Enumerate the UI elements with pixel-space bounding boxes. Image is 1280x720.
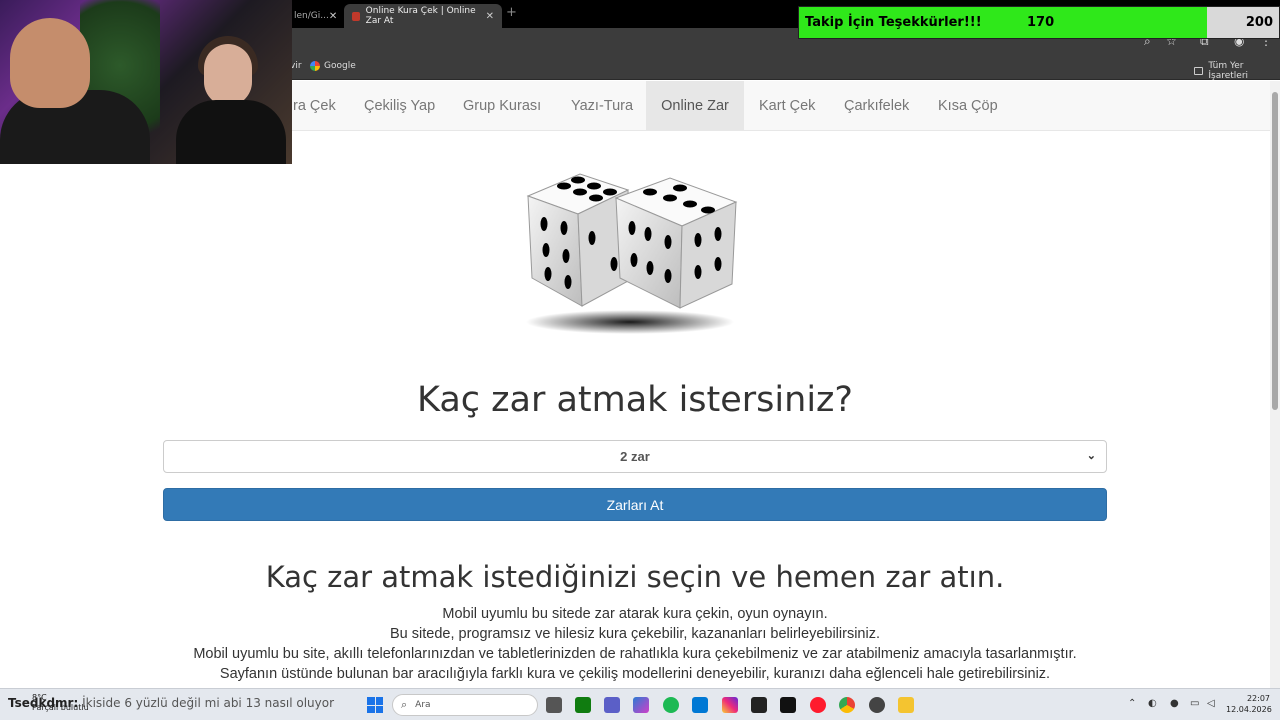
- nav-item-yazi-tura[interactable]: Yazı-Tura: [556, 81, 648, 131]
- close-icon[interactable]: ✕: [329, 11, 337, 22]
- all-bookmarks[interactable]: Tüm Yer İşaretleri: [1194, 61, 1280, 81]
- description-line: Sayfanın üstünde bulunan bar aracılığıyl…: [219, 666, 1051, 682]
- tab-label: len/Gi...: [294, 11, 329, 21]
- xbox-icon[interactable]: [575, 697, 591, 713]
- nav-item-carkifelek[interactable]: Çarkıfelek: [829, 81, 924, 131]
- taskbar-search[interactable]: ⌕ Ara: [392, 694, 538, 716]
- nav-item-grup-kurasi[interactable]: Grup Kurası: [448, 81, 556, 131]
- google-icon: [310, 61, 320, 71]
- taskbar-clock[interactable]: 22:07 12.04.2026: [1226, 693, 1272, 715]
- capcut-icon[interactable]: [751, 697, 767, 713]
- chevron-down-icon: ⌄: [1086, 450, 1096, 462]
- follow-goal-bar: Takip İçin Teşekkürler!!! 170 200: [798, 6, 1280, 39]
- folder-icon: [1194, 67, 1204, 75]
- opera-icon[interactable]: [810, 697, 826, 713]
- nav-label: Çarkıfelek: [844, 98, 910, 114]
- guest-body: [176, 100, 286, 164]
- browser-tab[interactable]: len/Gi... ✕: [286, 4, 342, 28]
- tab-label: Online Kura Çek | Online Zar At: [365, 6, 476, 26]
- copilot-icon[interactable]: [633, 697, 649, 713]
- chat-username: Tsedkdmr:: [8, 696, 79, 710]
- nav-item-kart-cek[interactable]: Kart Çek: [744, 81, 830, 131]
- new-tab-button[interactable]: +: [506, 5, 517, 20]
- clock-time: 22:07: [1246, 694, 1270, 703]
- guest-face: [204, 44, 252, 106]
- task-view-icon[interactable]: [546, 697, 562, 713]
- store-icon[interactable]: [692, 697, 708, 713]
- description-line: Mobil uyumlu bu sitede zar atarak kura ç…: [442, 606, 828, 622]
- windows-start-icon[interactable]: [367, 697, 383, 713]
- description-line: Bu sitede, programsız ve hilesiz kura çe…: [390, 626, 880, 642]
- description-line: Mobil uyumlu bu site, akıllı telefonları…: [193, 646, 1077, 662]
- microphone-icon[interactable]: ●: [1170, 698, 1179, 709]
- chrome-icon[interactable]: [839, 697, 855, 713]
- follow-goal-count: 200: [1245, 15, 1273, 30]
- bookmark-label: Google: [324, 61, 356, 71]
- dice-count-select[interactable]: 2 zar ⌄: [163, 440, 1107, 473]
- app-icon[interactable]: [604, 697, 620, 713]
- select-value: 2 zar: [620, 449, 650, 464]
- search-icon: ⌕: [401, 698, 408, 711]
- nav-label: ra Çek: [293, 98, 336, 114]
- nav-label: Yazı-Tura: [571, 98, 634, 114]
- nav-label: Online Zar: [661, 98, 729, 114]
- nav-label: Kısa Çöp: [938, 98, 998, 114]
- windows-taskbar: 8°C Parçalı bulutlu Tsedkdmr: İkiside 6 …: [0, 688, 1280, 720]
- tiktok-icon[interactable]: [780, 697, 796, 713]
- browser-tab-active[interactable]: Online Kura Çek | Online Zar At ✕: [344, 4, 502, 28]
- nav-item-kisa-cop[interactable]: Kısa Çöp: [923, 81, 1013, 131]
- all-bookmarks-label: Tüm Yer İşaretleri: [1208, 61, 1249, 81]
- page-subheading: Kaç zar atmak istediğinizi seçin ve heme…: [265, 560, 1005, 594]
- nav-item-online-zar[interactable]: Online Zar: [646, 81, 744, 131]
- page-question: Kaç zar atmak istersiniz?: [416, 380, 853, 420]
- file-explorer-icon[interactable]: [898, 697, 914, 713]
- dice-image: [526, 173, 738, 334]
- tray-chevron-icon[interactable]: ⌃: [1128, 698, 1136, 709]
- follow-goal-label: Takip İçin Teşekkürler!!!: [805, 15, 982, 30]
- clock-date: 12.04.2026: [1226, 705, 1272, 714]
- tray-app-icon[interactable]: ◐: [1148, 698, 1157, 709]
- close-icon[interactable]: ✕: [486, 11, 494, 22]
- nav-label: Kart Çek: [759, 98, 816, 114]
- scrollbar-thumb[interactable]: [1272, 92, 1278, 410]
- webcam-overlay: [0, 0, 292, 164]
- spotify-icon[interactable]: [663, 697, 679, 713]
- volume-icon[interactable]: ◁: [1207, 698, 1215, 709]
- die-right: [614, 177, 738, 309]
- nav-label: Çekiliş Yap: [364, 98, 436, 114]
- roll-dice-button[interactable]: Zarları At: [163, 488, 1107, 521]
- nav-label: Grup Kurası: [463, 98, 542, 114]
- follow-current-count: 170: [1027, 15, 1055, 30]
- obs-icon[interactable]: [869, 697, 885, 713]
- streamer-face: [10, 18, 90, 108]
- die-left: [526, 173, 631, 307]
- search-placeholder: Ara: [415, 700, 431, 710]
- stream-chat-overlay: Tsedkdmr: İkiside 6 yüzlü değil mi abi 1…: [8, 696, 334, 710]
- chat-message: İkiside 6 yüzlü değil mi abi 13 nasıl ol…: [82, 696, 335, 710]
- instagram-icon[interactable]: [722, 697, 738, 713]
- nav-item-cekilis-yap[interactable]: Çekiliş Yap: [349, 81, 450, 131]
- bookmark-google[interactable]: Google: [310, 61, 356, 71]
- favicon-icon: [352, 11, 360, 21]
- network-icon[interactable]: ▭: [1190, 698, 1199, 709]
